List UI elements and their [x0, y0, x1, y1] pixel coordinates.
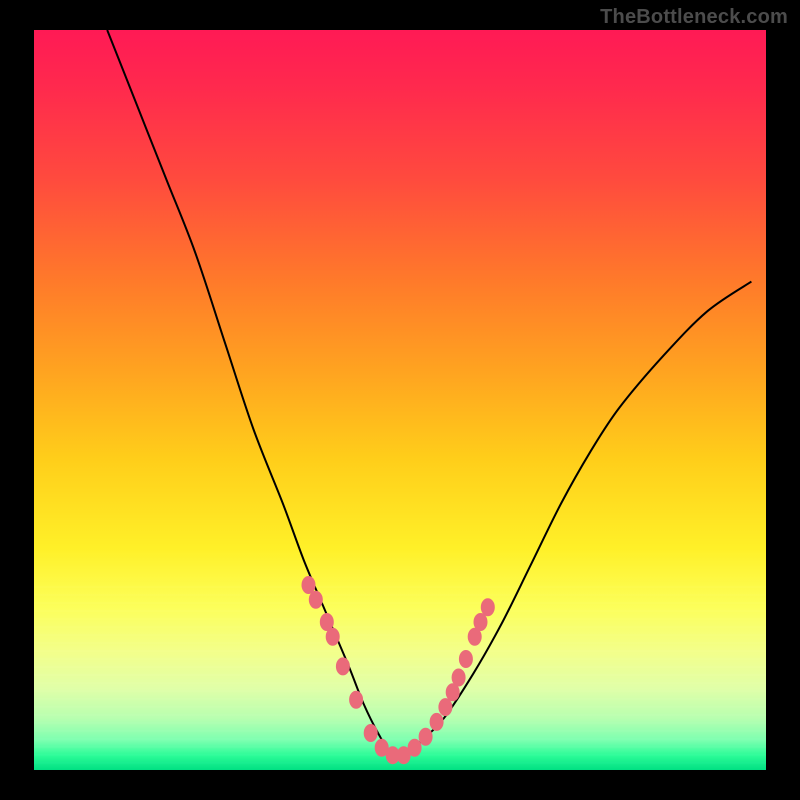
bottleneck-curve	[107, 30, 751, 758]
plot-area	[34, 30, 766, 770]
highlight-dot	[419, 728, 433, 746]
highlight-dot	[430, 713, 444, 731]
watermark-text: TheBottleneck.com	[600, 6, 788, 29]
curve-layer	[34, 30, 766, 770]
highlight-dot	[459, 650, 473, 668]
highlight-dot	[438, 698, 452, 716]
highlight-dot	[309, 591, 323, 609]
highlight-dot	[408, 739, 422, 757]
highlight-dot	[481, 598, 495, 616]
highlight-dot	[474, 613, 488, 631]
highlight-dots	[302, 576, 495, 764]
highlight-dot	[452, 669, 466, 687]
highlight-dot	[364, 724, 378, 742]
highlight-dot	[302, 576, 316, 594]
highlight-dot	[349, 691, 363, 709]
chart-frame: TheBottleneck.com	[0, 0, 800, 800]
highlight-dot	[336, 657, 350, 675]
highlight-dot	[326, 628, 340, 646]
